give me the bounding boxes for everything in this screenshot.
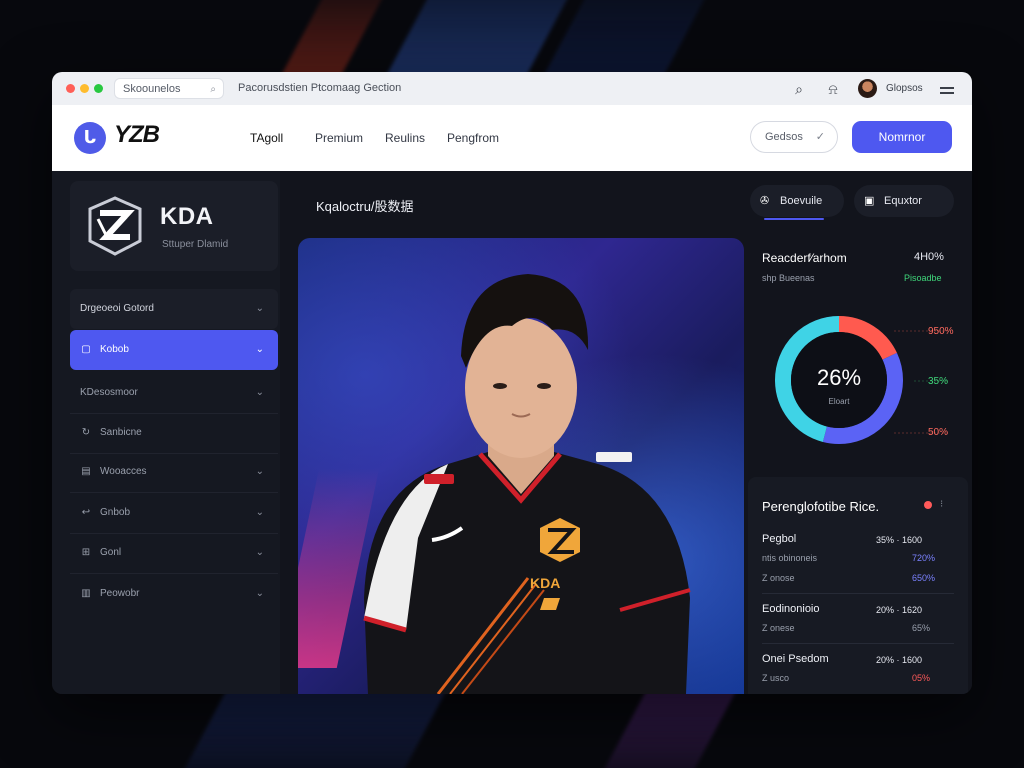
sidebar-item[interactable]: ▤ Wooacces ⌄	[70, 452, 278, 492]
browser-search-field[interactable]: Skoounelos ⌕	[114, 78, 224, 99]
nav-item-4[interactable]: Pengfrom	[447, 105, 499, 171]
chevron-down-icon: ⌄	[255, 303, 264, 314]
stat-row-right: 720%	[912, 553, 936, 563]
document-icon: ▥	[81, 588, 91, 599]
stat-row-right: 650%	[912, 573, 936, 583]
legend-value-1: 950%	[928, 326, 954, 337]
legend-value-3: 50%	[928, 427, 949, 438]
stat-row-values: 35% · 1600	[876, 535, 923, 545]
page-title: Kqaloctru/股数据	[316, 199, 414, 214]
chevron-down-icon: ⌄	[255, 466, 264, 477]
return-icon: ↩	[81, 507, 91, 518]
stat-row-right: 65%	[912, 623, 931, 633]
close-window-button[interactable]	[66, 84, 75, 93]
avatar[interactable]	[858, 79, 877, 98]
jersey-brand: KDA	[530, 575, 560, 591]
filter-dropdown-label: Gedsos	[765, 131, 803, 143]
app-window: Skoounelos ⌕ Pacorusdstien Ptcomaag Gect…	[52, 72, 972, 694]
minimize-window-button[interactable]	[80, 84, 89, 93]
sidebar-item-label: Gonl	[100, 547, 122, 558]
notification-icon[interactable]: ⍾	[824, 80, 842, 98]
search-icon[interactable]: ⌕	[790, 80, 808, 98]
stat-row-sub: ntis obinoneis	[762, 553, 818, 563]
divider	[762, 593, 954, 594]
legend-value-2: 35%	[928, 376, 949, 387]
sidebar-item-label: Drgeoeoi Gotord	[80, 303, 154, 314]
stat-row-right: 05%	[912, 673, 931, 683]
stat-row-sub: Z usco	[762, 673, 790, 683]
user-name[interactable]: Glopsos	[886, 72, 923, 105]
sidebar-item-label: Kobob	[100, 344, 129, 355]
chevron-down-icon: ⌄	[255, 344, 264, 355]
player-illustration: KDA	[363, 274, 691, 694]
sidebar-item-group[interactable]: Drgeoeoi Gotord ⌄	[70, 289, 278, 329]
browser-toolbar: Skoounelos ⌕ Pacorusdstien Ptcomaag Gect…	[52, 72, 972, 106]
logo-text: YZB	[114, 121, 160, 148]
stats-card: Perenglofotibe Rice. ⁝ Pegbol 35% · 1600…	[748, 477, 968, 694]
stat-row-sub: Z onose	[762, 573, 795, 583]
chevron-down-icon: ⌄	[255, 507, 264, 518]
team-name: KDA	[160, 203, 214, 230]
nav-item-2[interactable]: Premium	[315, 105, 363, 171]
sidebar-item[interactable]: KDesosmoor ⌄	[70, 373, 278, 413]
team-subtitle: Sttuper Dlamid	[162, 239, 229, 250]
background-streak	[593, 690, 737, 768]
sidebar-item-label: Sanbicne	[100, 427, 142, 438]
chevron-down-icon: ⌄	[255, 387, 264, 398]
filter-dropdown[interactable]: Gedsos ✓	[750, 121, 838, 153]
stat-row-name: Pegbol	[762, 533, 797, 545]
maximize-window-button[interactable]	[94, 84, 103, 93]
stat-row-values: 20% · 1620	[876, 605, 923, 615]
sidebar-item-active[interactable]: ▢ Kobob ⌄	[70, 330, 278, 370]
grid-icon: ⊞	[81, 547, 91, 558]
primary-action-button[interactable]: Nomrnor	[852, 121, 952, 153]
stat-row-values: 20% · 1600	[876, 655, 923, 665]
chevron-down-icon: ⌄	[255, 547, 264, 558]
search-icon: ⌕	[210, 84, 216, 95]
player-photo: KDA	[298, 238, 744, 694]
background-streak	[173, 690, 447, 768]
nav-item-1[interactable]: TAgoll	[250, 105, 283, 171]
donut-leader-lines	[894, 330, 949, 434]
divider	[762, 643, 954, 644]
hamburger-menu-icon[interactable]	[940, 87, 954, 89]
sidebar-item[interactable]: ▥ Peowobr ⌄	[70, 574, 278, 614]
sidebar-item-label: Gnbob	[100, 507, 131, 518]
page-url: Pacorusdstien Ptcomaag Gection	[238, 82, 402, 94]
stats-card-title: Perenglofotibe Rice.	[762, 499, 880, 514]
sidebar-item[interactable]: ↻ Sanbicne	[70, 413, 278, 453]
stat-row-name: Eodinonioio	[762, 603, 820, 615]
sidebar-item-label: Wooacces	[100, 466, 147, 477]
stats-panel: ✇ Boevuile ▣ Equxtor Reacderf⁄arhom 4H0%…	[744, 171, 972, 694]
stat-row-name: Onei Psedom	[762, 653, 829, 665]
sidebar-item-label: Peowobr	[100, 588, 140, 599]
status-badge	[924, 501, 932, 509]
list-icon: ▤	[81, 466, 91, 477]
refresh-icon: ↻	[81, 427, 91, 438]
nav-item-3[interactable]: Reulins	[385, 105, 425, 171]
square-icon: ▢	[81, 344, 91, 355]
chevron-down-icon: ✓	[815, 131, 825, 143]
app-header: ᒐ YZB TAgoll Premium Reulins Pengfrom Ge…	[52, 105, 972, 171]
more-icon[interactable]: ⁝	[940, 499, 943, 510]
stat-row-sub: Z onese	[762, 623, 795, 633]
sidebar-item[interactable]: ⊞ Gonl ⌄	[70, 533, 278, 573]
team-card[interactable]: KDA Sttuper Dlamid	[70, 181, 278, 271]
sidebar-item[interactable]: ↩ Gnbob ⌄	[70, 493, 278, 533]
team-emblem-icon	[88, 196, 142, 256]
logo-icon[interactable]: ᒐ	[74, 122, 106, 154]
sidebar: KDA Sttuper Dlamid Drgeoeoi Gotord ⌄ ▢ Ko…	[52, 171, 280, 694]
browser-search-text: Skoounelos	[123, 83, 181, 95]
sidebar-item-label: KDesosmoor	[80, 387, 138, 398]
chevron-down-icon: ⌄	[255, 588, 264, 599]
